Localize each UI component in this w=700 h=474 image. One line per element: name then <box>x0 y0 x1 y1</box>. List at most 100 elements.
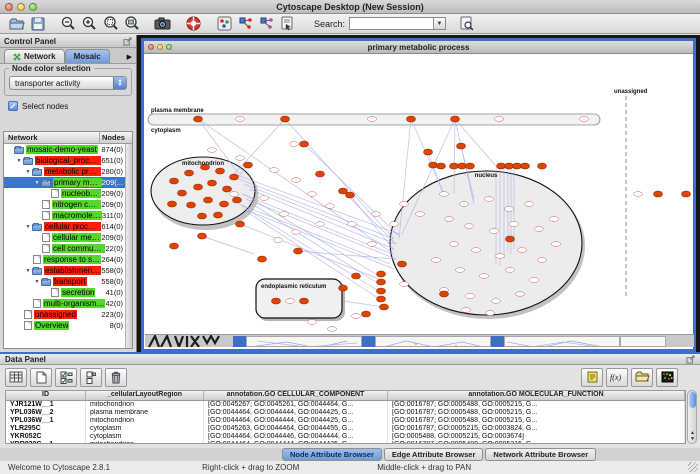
table-row[interactable]: YDR039C__1mitochondrion[GO:0044464, GO:0… <box>6 441 685 444</box>
tree-row[interactable]: ▼cellular process614(0) <box>4 221 125 232</box>
table-row[interactable]: YLR295Ccytoplasm[GO:0045263, GO:0044464,… <box>6 425 685 433</box>
node-color-dropdown[interactable]: transporter activity ▲▼ <box>9 76 127 90</box>
vizmapper-button[interactable] <box>277 15 298 33</box>
background-window-fragment[interactable] <box>246 336 362 347</box>
expand-arrow-icon[interactable]: ▼ <box>15 158 23 164</box>
tree-row[interactable]: nitrogen compo209(0) <box>4 199 125 210</box>
tab-overflow-arrow[interactable]: ▶ <box>127 53 134 63</box>
network-window-titlebar[interactable]: primary metabolic process <box>144 41 693 54</box>
save-button[interactable] <box>27 15 48 33</box>
network-node <box>440 192 449 197</box>
column-header[interactable]: annotation.GO MOLECULAR_FUNCTION <box>388 391 685 400</box>
tree-row[interactable]: ▼establishment of lo558(0) <box>4 265 125 276</box>
tree-col-network[interactable]: Network <box>4 132 100 143</box>
tree-scrollbar[interactable] <box>125 144 132 348</box>
tab-node-attribute-browser[interactable]: Node Attribute Browser <box>282 448 382 461</box>
file-icon <box>33 255 41 264</box>
attribute-table[interactable]: ID_cellularLayoutRegionannotation.GO CEL… <box>5 390 686 444</box>
expand-arrow-icon[interactable]: ▼ <box>24 224 32 230</box>
background-windows-strip <box>145 334 694 347</box>
background-window-titlebar[interactable] <box>362 336 375 347</box>
search-options-button[interactable] <box>456 15 477 33</box>
zoom-out-icon <box>61 16 76 31</box>
import-attributes-button[interactable] <box>631 368 653 387</box>
float-panel-icon[interactable] <box>686 355 695 364</box>
select-nodes-label: Select nodes <box>22 102 68 111</box>
tree-row[interactable]: mosaic-demo-yeast874(0) <box>4 144 125 155</box>
region-shapes <box>148 96 626 321</box>
background-window-fragment[interactable] <box>375 336 491 347</box>
tree-row[interactable]: unassigned223(0) <box>4 309 125 320</box>
background-window-titlebar[interactable] <box>233 336 246 347</box>
background-window-titlebar[interactable] <box>491 336 504 347</box>
scrollbar-arrows[interactable]: ▲▼ <box>688 430 697 442</box>
tree-row[interactable]: Overview8(0) <box>4 320 125 331</box>
tree-row[interactable]: cellular metabo209(0) <box>4 232 125 243</box>
tree-row[interactable]: ▼primary metabo209(... <box>4 177 125 188</box>
file-icon <box>24 310 32 319</box>
expand-arrow-icon[interactable]: ▼ <box>33 279 41 285</box>
background-window-fragment[interactable] <box>504 336 620 347</box>
tree-row[interactable]: multi-organism pro42(0) <box>4 298 125 309</box>
tree-row[interactable]: secretion41(0) <box>4 287 125 298</box>
column-header[interactable]: annotation.GO CELLULAR_COMPONENT <box>204 391 388 400</box>
expand-arrow-icon[interactable]: ▼ <box>24 268 32 274</box>
tree-row[interactable]: response to stimulu264(0) <box>4 254 125 265</box>
attribute-table-button[interactable] <box>5 368 27 387</box>
tree-row[interactable]: cell communicat22(0) <box>4 243 125 254</box>
data-panel-scrollbar[interactable]: ▲▼ <box>687 390 697 444</box>
tab-network[interactable]: Network <box>4 49 65 63</box>
tree-row[interactable]: ▼metabolic process280(0) <box>4 166 125 177</box>
scrollbar-thumb[interactable] <box>689 392 696 408</box>
network-node-selected-color <box>204 197 213 203</box>
tree-row[interactable]: macromolecule311(0) <box>4 210 125 221</box>
tree-row[interactable]: ▼transport558(0) <box>4 276 125 287</box>
snapshot-button[interactable] <box>152 15 173 33</box>
label-attribute-button[interactable] <box>581 368 603 387</box>
zoom-out-button[interactable] <box>58 15 79 33</box>
help-button[interactable] <box>183 15 204 33</box>
search-dropdown-button[interactable]: ▼ <box>433 17 446 30</box>
network-node <box>316 222 325 227</box>
table-row[interactable]: YPL036W__2plasma membrane[GO:0044464, GO… <box>6 409 685 417</box>
background-window-fragment[interactable] <box>620 336 666 347</box>
annotation-button[interactable] <box>214 15 235 33</box>
tab-edge-attribute-browser[interactable]: Edge Attribute Browser <box>384 448 483 461</box>
open-folder-icon <box>9 17 25 31</box>
new-attribute-button[interactable] <box>30 368 52 387</box>
float-panel-icon[interactable] <box>123 37 132 46</box>
network-canvas[interactable]: plasma membrane cytoplasm mitochondrion … <box>144 54 693 349</box>
function-builder-button[interactable]: f(x) <box>606 368 628 387</box>
network-from-selected-button[interactable] <box>235 15 256 33</box>
tree-row-label: Overview <box>34 321 69 330</box>
resize-grip[interactable] <box>688 462 698 472</box>
unselect-attributes-button[interactable] <box>80 368 102 387</box>
column-header[interactable]: _cellularLayoutRegion <box>86 391 204 400</box>
network-from-all-button[interactable] <box>256 15 277 33</box>
dropdown-stepper-icon: ▲▼ <box>113 77 126 89</box>
table-row[interactable]: YKR052Ccytoplasm[GO:0044464, GO:0044446,… <box>6 433 685 441</box>
search-input[interactable] <box>349 17 433 30</box>
tree-row[interactable]: ▼biological_process651(0) <box>4 155 125 166</box>
select-nodes-checkbox[interactable]: ✓ <box>8 101 18 111</box>
zoom-selected-button[interactable] <box>100 15 121 33</box>
network-node <box>292 230 301 235</box>
select-attributes-button[interactable] <box>55 368 77 387</box>
table-row[interactable]: YJR121W__1mitochondrion[GO:0045267, GO:0… <box>6 401 685 409</box>
open-button[interactable] <box>6 15 27 33</box>
tree-row[interactable]: nucleobase-209(0) <box>4 188 125 199</box>
file-icon <box>42 200 50 209</box>
zoom-in-button[interactable] <box>79 15 100 33</box>
zoom-fit-button[interactable] <box>121 15 142 33</box>
expand-arrow-icon[interactable]: ▼ <box>33 180 41 186</box>
column-header[interactable]: ID <box>6 391 86 400</box>
tab-mosaic[interactable]: Mosaic <box>65 49 110 63</box>
delete-attribute-button[interactable] <box>105 368 127 387</box>
table-row[interactable]: YPL036W__1mitochondrion[GO:0044464, GO:0… <box>6 417 685 425</box>
expand-arrow-icon[interactable]: ▼ <box>24 169 32 175</box>
tab-network-attribute-browser[interactable]: Network Attribute Browser <box>485 448 596 461</box>
tree-row-nodes-count: 558(0) <box>101 266 125 275</box>
matrix-view-button[interactable] <box>656 368 678 387</box>
tree-col-nodes[interactable]: Nodes <box>100 132 132 143</box>
table-cell: YKR052C <box>6 433 86 441</box>
